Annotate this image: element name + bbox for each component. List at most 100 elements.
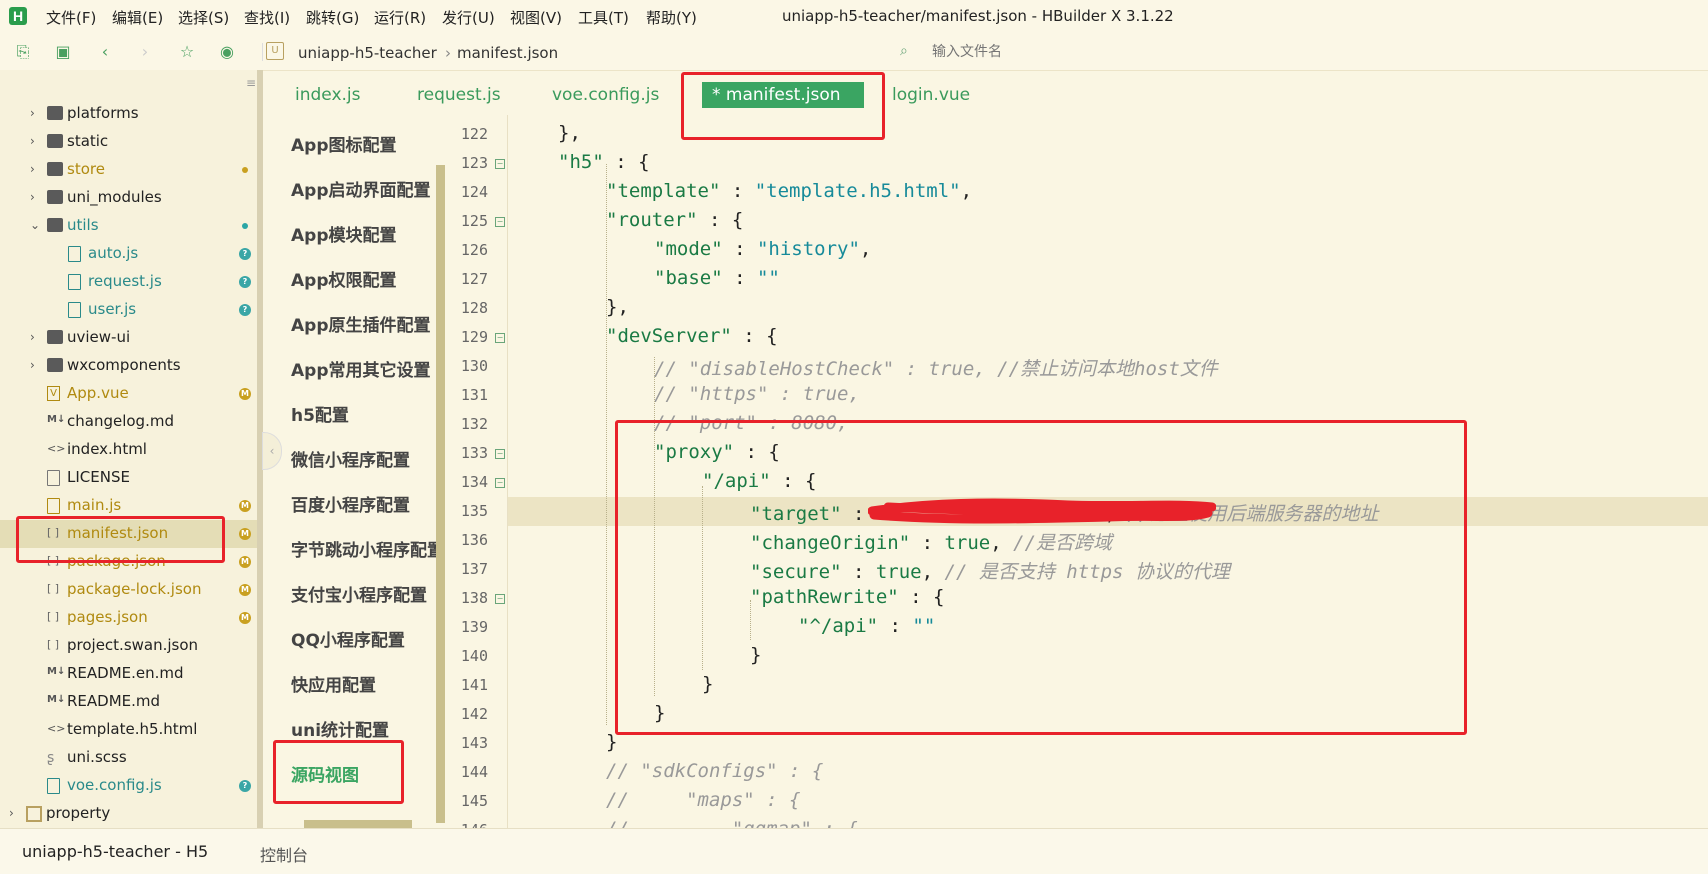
- tree-item[interactable]: V App.vue M: [0, 380, 258, 408]
- chevron-right-icon[interactable]: ›: [30, 106, 35, 120]
- chevron-right-icon[interactable]: ›: [9, 806, 14, 820]
- tree-item-label: changelog.md: [67, 412, 174, 430]
- menu-item-9[interactable]: 帮助(Y): [646, 7, 697, 28]
- menu-item-0[interactable]: 文件(F): [46, 7, 96, 28]
- forward-icon[interactable]: ›: [136, 43, 154, 61]
- tree-item[interactable]: M↓ README.en.md: [0, 660, 258, 688]
- line-number: 139: [460, 618, 488, 636]
- tree-item[interactable]: <> index.html: [0, 436, 258, 464]
- settings-nav-item[interactable]: 微信小程序配置: [291, 446, 439, 471]
- settings-nav-item[interactable]: 支付宝小程序配置: [291, 581, 439, 606]
- settings-nav-item[interactable]: h5配置: [291, 401, 439, 426]
- settings-nav-item[interactable]: 字节跳动小程序配置: [291, 536, 439, 561]
- settings-nav-item[interactable]: App启动界面配置: [291, 176, 439, 201]
- tree-item[interactable]: request.js?: [0, 268, 258, 296]
- code-line[interactable]: }: [606, 731, 617, 760]
- tree-item[interactable]: auto.js?: [0, 240, 258, 268]
- tree-item[interactable]: [ ] project.swan.json: [0, 632, 258, 660]
- menu-item-5[interactable]: 运行(R): [374, 7, 426, 28]
- annotation-box-manifest-file: [16, 516, 225, 563]
- code-line[interactable]: "devServer" : {: [606, 325, 778, 354]
- tree-item[interactable]: voe.config.js?: [0, 772, 258, 800]
- menu-item-4[interactable]: 跳转(G): [306, 7, 359, 28]
- tree-item[interactable]: M↓ changelog.md: [0, 408, 258, 436]
- tree-item[interactable]: › static: [0, 128, 258, 156]
- code-line[interactable]: // "https" : true,: [654, 383, 860, 412]
- code-line[interactable]: },: [558, 122, 581, 151]
- folder-icon: [47, 218, 63, 232]
- star-icon[interactable]: ☆: [178, 43, 196, 61]
- back-icon[interactable]: ‹: [96, 43, 114, 61]
- chevron-right-icon[interactable]: ›: [30, 190, 35, 204]
- tree-item[interactable]: ʂ uni.scss: [0, 744, 258, 772]
- project-explorer: ≡ › platforms › static › store › uni_modules ⌄ ut…: [0, 70, 258, 828]
- code-line[interactable]: "mode" : "history",: [654, 238, 871, 267]
- editor-tab[interactable]: login.vue: [892, 85, 970, 105]
- status-project[interactable]: uniapp-h5-teacher - H5: [22, 842, 208, 861]
- menu-item-1[interactable]: 编辑(E): [112, 7, 163, 28]
- menu-item-6[interactable]: 发行(U): [442, 7, 495, 28]
- fold-toggle-icon[interactable]: −: [495, 478, 505, 488]
- file-search-input[interactable]: [930, 40, 1184, 64]
- editor-tab[interactable]: request.js: [417, 85, 501, 105]
- code-line[interactable]: "h5" : {: [558, 151, 650, 180]
- editor-tab[interactable]: voe.config.js: [552, 85, 659, 105]
- tree-item[interactable]: M↓ README.md: [0, 688, 258, 716]
- breadcrumb-project[interactable]: uniapp-h5-teacher: [298, 44, 437, 62]
- code-line[interactable]: // "sdkConfigs" : {: [606, 760, 823, 789]
- code-line[interactable]: },: [606, 296, 629, 325]
- tree-item[interactable]: › uview-ui: [0, 324, 258, 352]
- fold-toggle-icon[interactable]: −: [495, 217, 505, 227]
- settings-nav-scrollbar[interactable]: [436, 165, 445, 823]
- tree-item[interactable]: user.js?: [0, 296, 258, 324]
- settings-nav-item[interactable]: App原生插件配置: [291, 311, 439, 336]
- tree-item[interactable]: ⌄ utils: [0, 212, 258, 240]
- chevron-right-icon[interactable]: ›: [30, 330, 35, 344]
- settings-nav-hscrollbar[interactable]: [304, 820, 412, 828]
- settings-nav-item[interactable]: 百度小程序配置: [291, 491, 439, 516]
- chevron-down-icon[interactable]: ⌄: [30, 218, 40, 232]
- fold-toggle-icon[interactable]: −: [495, 333, 505, 343]
- settings-nav-item[interactable]: App模块配置: [291, 221, 439, 246]
- tree-item[interactable]: [ ] package-lock.json M: [0, 576, 258, 604]
- tree-item[interactable]: LICENSE: [0, 464, 258, 492]
- breadcrumb-file[interactable]: manifest.json: [457, 44, 558, 62]
- chevron-right-icon[interactable]: ›: [30, 134, 35, 148]
- tree-item[interactable]: › wxcomponents: [0, 352, 258, 380]
- editor-tab[interactable]: index.js: [295, 85, 361, 105]
- settings-nav-item[interactable]: App图标配置: [291, 131, 439, 156]
- settings-nav-item[interactable]: 快应用配置: [291, 671, 439, 696]
- tree-item[interactable]: › uni_modules: [0, 184, 258, 212]
- chevron-right-icon[interactable]: ›: [30, 358, 35, 372]
- project-icon: [26, 806, 42, 822]
- tree-item[interactable]: › property: [0, 800, 258, 828]
- settings-nav-item[interactable]: QQ小程序配置: [291, 626, 439, 651]
- tree-item[interactable]: › platforms: [0, 100, 258, 128]
- tree-item[interactable]: [ ] pages.json M: [0, 604, 258, 632]
- code-line[interactable]: "template" : "template.h5.html",: [606, 180, 972, 209]
- settings-nav-item[interactable]: App常用其它设置: [291, 356, 439, 381]
- code-line[interactable]: "router" : {: [606, 209, 743, 238]
- code-line[interactable]: "base" : "": [654, 267, 780, 296]
- sidebar-menu-icon[interactable]: ≡: [246, 76, 256, 90]
- html-icon: <>: [47, 722, 66, 735]
- fold-toggle-icon[interactable]: −: [495, 159, 505, 169]
- code-line[interactable]: // "disableHostCheck" : true, //禁止访问本地ho…: [654, 354, 1218, 383]
- settings-nav-item[interactable]: App权限配置: [291, 266, 439, 291]
- new-file-icon[interactable]: ⎘: [14, 43, 32, 61]
- hbuilder-logo-icon: H: [9, 7, 27, 25]
- save-icon[interactable]: ▣: [54, 43, 72, 61]
- tree-item[interactable]: › store: [0, 156, 258, 184]
- menu-item-7[interactable]: 视图(V): [510, 7, 562, 28]
- code-line[interactable]: // "maps" : {: [606, 789, 800, 818]
- menu-item-3[interactable]: 查找(I): [244, 7, 290, 28]
- menu-item-8[interactable]: 工具(T): [578, 7, 629, 28]
- fold-toggle-icon[interactable]: −: [495, 594, 505, 604]
- tree-item[interactable]: <> template.h5.html: [0, 716, 258, 744]
- run-icon[interactable]: ◉: [218, 43, 236, 61]
- console-tab[interactable]: 控制台: [260, 842, 308, 866]
- chevron-right-icon[interactable]: ›: [30, 162, 35, 176]
- menu-item-2[interactable]: 选择(S): [178, 7, 229, 28]
- settings-nav-item[interactable]: uni统计配置: [291, 716, 439, 741]
- fold-toggle-icon[interactable]: −: [495, 449, 505, 459]
